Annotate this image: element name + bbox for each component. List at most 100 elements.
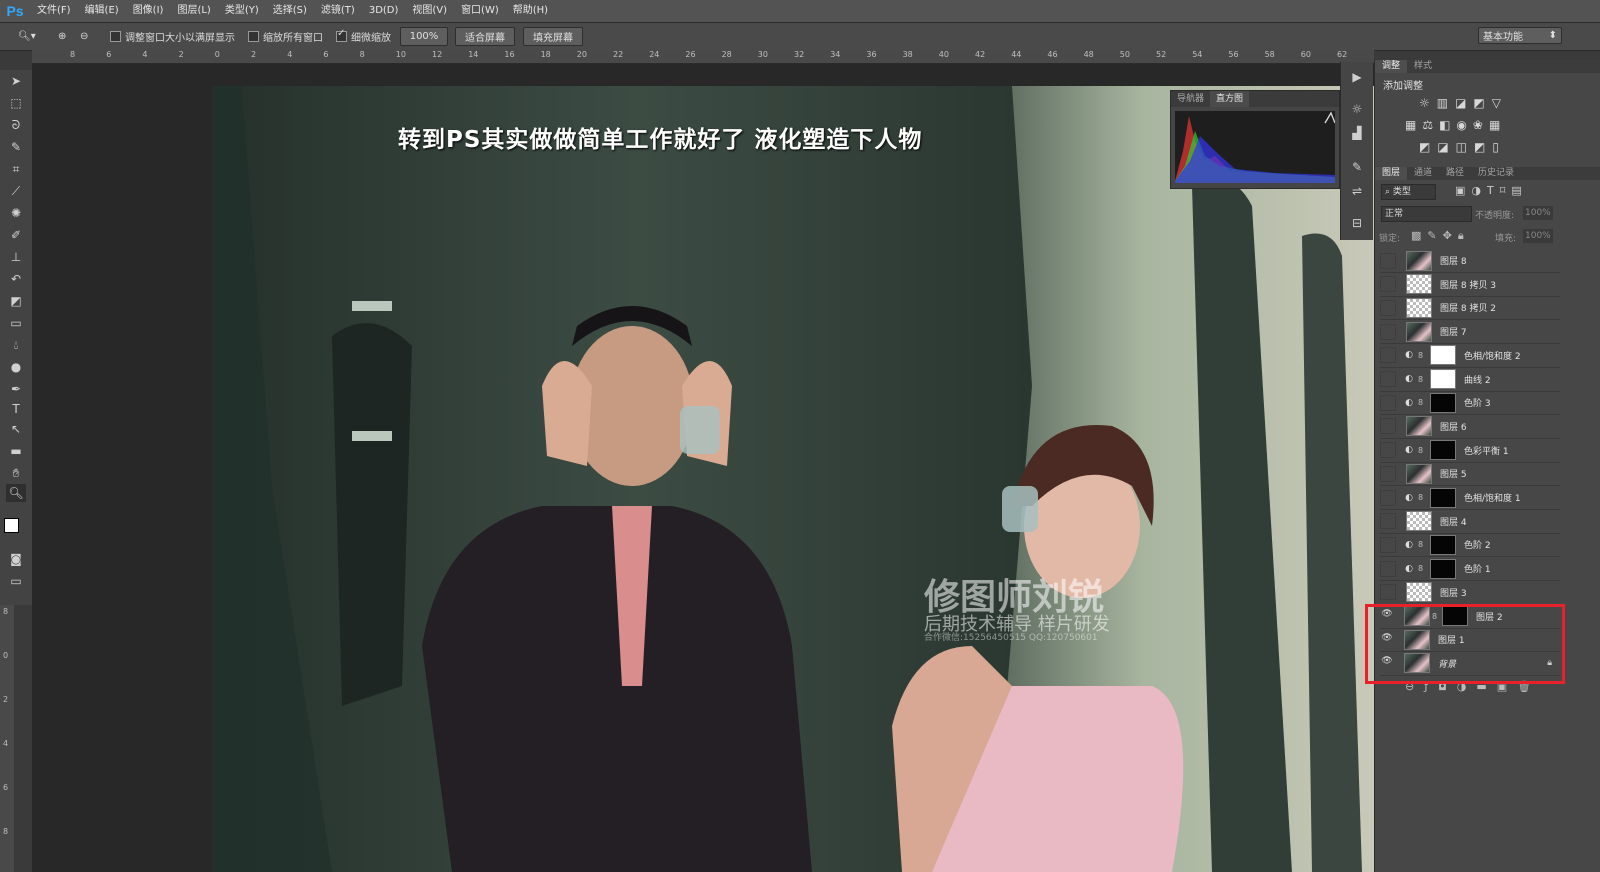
visibility-toggle[interactable] (1380, 560, 1396, 577)
clone-source-icon[interactable]: ⊟ (1349, 216, 1365, 232)
layer-filter-select[interactable]: ⌕ 类型 (1381, 184, 1436, 200)
layer-row[interactable]: 图层 7 (1380, 320, 1560, 345)
move-tool-icon[interactable]: ➤ (6, 72, 26, 90)
layer-row[interactable]: ◐ 8 色相/饱和度 1 (1380, 486, 1560, 510)
visibility-toggle[interactable] (1380, 299, 1396, 316)
history-brush-tool-icon[interactable]: ↶ (6, 270, 26, 288)
layer-row[interactable]: 图层 8 (1380, 249, 1560, 273)
zoom-in-icon[interactable]: ⊕ (58, 28, 66, 44)
foreground-color-swatch[interactable] (4, 518, 19, 533)
panel-tab[interactable]: 路径 (1439, 167, 1471, 180)
layer-filter-icons[interactable]: ▣◑T⌑▤ (1455, 184, 1528, 197)
zoom-all-checkbox[interactable]: 缩放所有窗口 (248, 28, 323, 44)
eraser-tool-icon[interactable]: ◩ (6, 292, 26, 310)
menu-item[interactable]: 滤镜(T) (314, 0, 362, 22)
shape-tool-icon[interactable]: ▬ (6, 442, 26, 460)
link-icon[interactable]: 8 (1418, 446, 1426, 455)
visibility-toggle[interactable] (1380, 418, 1396, 435)
layer-row[interactable]: 图层 4 (1380, 510, 1560, 534)
zoom-out-icon[interactable]: ⊖ (80, 28, 88, 44)
brush-preset-icon[interactable]: ✎ (1349, 160, 1365, 176)
menu-item[interactable]: 3D(D) (362, 0, 406, 22)
resize-windows-checkbox[interactable]: 调整窗口大小以满屏显示 (110, 28, 235, 44)
menu-item[interactable]: 图层(L) (170, 0, 217, 22)
tool-preset-icon[interactable]: ⇌ (1349, 184, 1365, 200)
visibility-toggle[interactable] (1380, 323, 1396, 340)
panel-tab[interactable]: 样式 (1407, 60, 1439, 73)
panel-tab[interactable]: 历史记录 (1471, 167, 1521, 180)
adjustment-icons-row2[interactable]: ▦⚖◧◉❀▦ (1405, 118, 1506, 132)
layer-row[interactable]: ◐ 8 色阶 1 (1380, 557, 1560, 582)
visibility-toggle[interactable] (1380, 465, 1396, 482)
eyedropper-tool-icon[interactable]: ⟋ (6, 182, 26, 200)
menu-item[interactable]: 图像(I) (126, 0, 171, 22)
gradient-tool-icon[interactable]: ▭ (6, 314, 26, 332)
link-icon[interactable]: 8 (1418, 540, 1426, 549)
adjustment-icons-row3[interactable]: ◩◪◫◩▯ (1419, 140, 1506, 154)
menu-item[interactable]: 选择(S) (266, 0, 314, 22)
scrubby-zoom-checkbox[interactable]: 细微缩放 (336, 28, 391, 44)
fill-field[interactable]: 100% (1523, 229, 1553, 243)
visibility-toggle[interactable] (1380, 371, 1396, 387)
lasso-tool-icon[interactable]: ᘐ (6, 116, 26, 134)
link-icon[interactable]: 8 (1418, 493, 1426, 502)
layer-row[interactable]: ◐ 8 色阶 2 (1380, 533, 1560, 558)
menu-item[interactable]: 视图(V) (405, 0, 454, 22)
layer-row[interactable]: 图层 5 (1380, 462, 1560, 487)
hand-tool-icon[interactable]: ✋︎ (6, 464, 26, 482)
panel-tab[interactable]: 通道 (1407, 167, 1439, 180)
play-action-icon[interactable]: ▶ (1349, 70, 1365, 86)
layer-row[interactable]: ◐ 8 色彩平衡 1 (1380, 439, 1560, 463)
link-icon[interactable]: 8 (1418, 398, 1426, 407)
menu-item[interactable]: 类型(Y) (218, 0, 266, 22)
visibility-toggle[interactable] (1380, 536, 1396, 553)
opacity-field[interactable]: 100% (1523, 206, 1553, 220)
menu-item[interactable]: 帮助(H) (506, 0, 555, 22)
link-icon[interactable]: 8 (1418, 375, 1426, 384)
zoom-100-button[interactable]: 100% (400, 27, 448, 46)
fill-screen-button[interactable]: 填充屏幕 (523, 27, 583, 46)
document-canvas[interactable]: 转到PS其实做做简单工作就好了 液化塑造下人物 修图师刘锐 后期技术辅导 样片研… (212, 86, 1374, 872)
visibility-toggle[interactable] (1380, 584, 1396, 601)
visibility-toggle[interactable] (1380, 513, 1396, 530)
visibility-toggle[interactable] (1380, 252, 1396, 269)
panel-tab[interactable]: 调整 (1375, 60, 1408, 73)
adjustment-icons-row1[interactable]: ☼▥◪◩▽ (1419, 96, 1508, 110)
layer-row[interactable]: ◐ 8 色相/饱和度 2 (1380, 344, 1560, 368)
link-icon[interactable]: 8 (1418, 351, 1426, 360)
dodge-tool-icon[interactable]: ● (6, 358, 26, 376)
blend-mode-select[interactable]: 正常 (1381, 206, 1472, 222)
visibility-toggle[interactable] (1380, 489, 1396, 506)
menu-item[interactable]: 编辑(E) (78, 0, 126, 22)
crop-tool-icon[interactable]: ⌗ (6, 160, 26, 178)
lock-icons[interactable]: ▩✎✥🔒︎ (1411, 229, 1470, 243)
visibility-toggle[interactable] (1380, 442, 1396, 459)
healing-brush-tool-icon[interactable]: ✺ (6, 204, 26, 222)
zoom-tool-icon[interactable]: 🔍︎ (6, 484, 26, 502)
layer-row[interactable]: ◐ 8 色阶 3 (1380, 391, 1560, 416)
panel-tab[interactable]: 图层 (1375, 167, 1408, 180)
zoom-tool-icon[interactable]: 🔍︎▾ (18, 28, 36, 44)
link-icon[interactable]: 8 (1418, 564, 1426, 573)
panel-tab[interactable]: 导航器 (1171, 91, 1210, 107)
menu-item[interactable]: 窗口(W) (454, 0, 506, 22)
panel-tab[interactable]: 直方图 (1210, 91, 1250, 107)
type-tool-icon[interactable]: T (6, 400, 26, 418)
stamp-tool-icon[interactable]: ⊥ (6, 248, 26, 266)
layer-row[interactable]: 图层 8 拷贝 3 (1380, 273, 1560, 297)
quick-select-tool-icon[interactable]: ✎ (6, 138, 26, 156)
visibility-toggle[interactable] (1380, 276, 1396, 293)
visibility-toggle[interactable] (1380, 347, 1396, 364)
workspace-select[interactable]: 基本功能 ⬍ (1478, 27, 1562, 44)
path-select-tool-icon[interactable]: ↖ (6, 420, 26, 438)
fit-screen-button[interactable]: 适合屏幕 (455, 27, 515, 46)
histogram-icon[interactable]: ▟ (1349, 126, 1365, 142)
layer-row[interactable]: 图层 8 拷贝 2 (1380, 296, 1560, 321)
layer-row[interactable]: 图层 6 (1380, 415, 1560, 439)
screen-mode-icon[interactable]: ▭ (6, 572, 26, 590)
blur-tool-icon[interactable]: 💧︎ (6, 336, 26, 354)
layer-row[interactable]: 图层 3 (1380, 581, 1560, 605)
menu-item[interactable]: 文件(F) (30, 0, 78, 22)
brush-tool-icon[interactable]: ✐ (6, 226, 26, 244)
layer-row[interactable]: ◐ 8 曲线 2 (1380, 368, 1560, 392)
